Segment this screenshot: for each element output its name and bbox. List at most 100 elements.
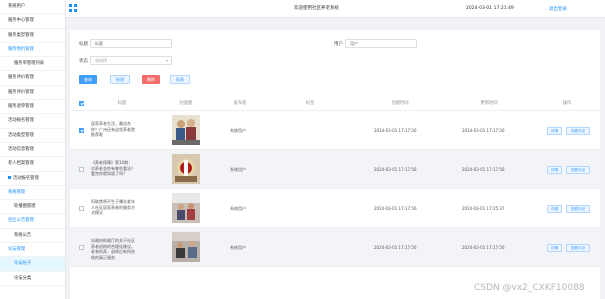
menu-grid-icon[interactable]: [69, 4, 77, 12]
view-comments-button[interactable]: 查看评论: [566, 127, 590, 135]
header-clock: 2024-03-01 17:21:49: [466, 6, 514, 11]
created-time: 2024-03-01 17:17:56: [374, 167, 417, 172]
header-title: 欢迎使用社区养老系统: [294, 6, 339, 11]
column-header[interactable]: 创建时间: [375, 100, 425, 106]
sidebar-item[interactable]: 服务中心管理: [0, 14, 65, 29]
sidebar-item-label: 论坛帖子: [14, 261, 32, 267]
search-button[interactable]: 查询: [79, 75, 97, 84]
sidebar-item[interactable]: 活动报名管理: [0, 114, 65, 129]
publisher: 系统用户: [230, 128, 246, 133]
main-panel: 标题 用户 状态 请选择 ▾ 查询 新增 删除 报表 标题 封面图 发布者 标签…: [70, 30, 600, 299]
post-title: 向政府财政厅的关于社区养老机构的合理化建议。老有所养，退休后有所终结的真正服务: [91, 238, 135, 260]
title-filter-label: 标题: [79, 42, 88, 47]
sidebar-item[interactable]: 轮播图管理: [0, 200, 65, 215]
sidebar-item[interactable]: 老人档案管理: [0, 157, 65, 172]
column-header[interactable]: 更新时间: [464, 100, 514, 106]
bullet-icon: [8, 175, 11, 179]
post-title: 《养老保障》第10期：对养老金你有哪些看法？看完你就知道了吗？: [91, 160, 135, 176]
sidebar-item-label: 社区公告管理: [8, 218, 34, 224]
chevron-down-icon: ▾: [165, 58, 168, 63]
select-all-checkbox[interactable]: [79, 101, 84, 106]
sidebar-item-label: 服务评价管理: [8, 89, 34, 95]
sidebar-item-label: 轮播图管理: [14, 204, 36, 210]
sidebar-item-label: 活动报名管理: [13, 175, 39, 181]
sidebar: 系统用户服务中心管理服务类型管理服务预约管理服务单管理列表服务评价管理 服务评价管…: [0, 0, 66, 299]
view-comments-button[interactable]: 查看评论: [566, 205, 590, 213]
view-comments-button[interactable]: 查看评论: [566, 244, 590, 252]
sidebar-item-label: 服务退单管理: [8, 104, 34, 110]
sidebar-item[interactable]: 活动信息管理: [0, 143, 65, 158]
status-select-value: 请选择: [95, 58, 107, 63]
sidebar-item-label: 服务中心管理: [8, 18, 34, 24]
sidebar-item-label: 论坛分类: [14, 275, 32, 281]
user-filter-label: 用户: [334, 42, 343, 47]
row-checkbox[interactable]: [79, 245, 84, 250]
sidebar-item[interactable]: 服务预约管理: [0, 43, 65, 58]
detail-button[interactable]: 详情: [547, 244, 562, 252]
sidebar-item[interactable]: 论坛帖子: [0, 257, 65, 272]
table-row[interactable]: 居家养老生活，最适合你！广州还有这些养老院推荐呢 系统用户 2024-03-01 1…: [70, 111, 600, 150]
sidebar-item[interactable]: 论坛分类: [0, 272, 65, 286]
report-button[interactable]: 报表: [170, 75, 190, 84]
sidebar-item-label: 服务评价管理: [8, 75, 34, 81]
updated-time: 2024-03-01 17:17:56: [462, 128, 505, 133]
sidebar-item-label: 系统管理: [8, 189, 26, 195]
cover-image: [172, 193, 200, 223]
sidebar-item[interactable]: 服务单管理列表: [0, 57, 65, 72]
cover-image: [172, 232, 200, 262]
column-header: 操作: [562, 101, 572, 106]
column-header: 标签: [305, 101, 315, 106]
publisher: 系统用户: [230, 167, 246, 172]
top-header: 欢迎使用社区养老系统 2024-03-01 17:21:49 退出登录: [66, 0, 605, 18]
table-row[interactable]: 《养老保障》第10期：对养老金你有哪些看法？看完你就知道了吗？ 系统用户 2024-…: [70, 150, 600, 189]
row-checkbox[interactable]: [79, 206, 84, 211]
sidebar-item-label: 服务预约管理: [8, 46, 34, 52]
detail-button[interactable]: 详情: [547, 205, 562, 213]
publisher: 系统用户: [230, 245, 246, 250]
sidebar-item[interactable]: 系统管理: [0, 186, 65, 201]
logout-link[interactable]: 退出登录: [549, 6, 567, 12]
sidebar-item-label: 活动报名管理: [8, 118, 34, 124]
row-checkbox[interactable]: [79, 167, 84, 172]
created-time: 2024-03-01 17:17:56: [374, 245, 417, 250]
row-checkbox[interactable]: [79, 128, 84, 133]
created-time: 2024-03-01 17:17:56: [374, 206, 417, 211]
post-title: 阿联酋将不生于曝光老年人社区居家养老的服务方式模式: [91, 199, 135, 215]
sidebar-item[interactable]: 服务评价管理: [0, 71, 65, 86]
view-comments-button[interactable]: 查看评论: [566, 166, 590, 174]
sidebar-item[interactable]: 社区公告管理: [0, 214, 65, 229]
add-button[interactable]: 新增: [110, 75, 130, 84]
table-row[interactable]: 阿联酋将不生于曝光老年人社区居家养老的服务方式模式 系统用户 2024-03-01 …: [70, 189, 600, 228]
sidebar-item[interactable]: 服务退单管理: [0, 100, 65, 115]
sidebar-item-label: 系统公告: [14, 232, 32, 238]
delete-button[interactable]: 删除: [142, 75, 160, 84]
title-filter-input[interactable]: [90, 39, 172, 48]
cover-image: [172, 115, 200, 145]
sidebar-item-label: 老人档案管理: [8, 161, 34, 167]
sidebar-item[interactable]: 论坛管理: [0, 243, 65, 258]
status-filter-label: 状态: [79, 59, 88, 64]
detail-button[interactable]: 详情: [547, 127, 562, 135]
sidebar-item[interactable]: 活动报名管理: [0, 172, 65, 186]
updated-time: 2024-03-01 17:17:56: [462, 167, 505, 172]
table-row[interactable]: 向政府财政厅的关于社区养老机构的合理化建议。老有所养，退休后有所终结的真正服务 系…: [70, 228, 600, 267]
sidebar-item[interactable]: 系统用户: [0, 0, 65, 15]
status-select[interactable]: 请选择 ▾: [90, 56, 172, 65]
detail-button[interactable]: 详情: [547, 166, 562, 174]
sidebar-item[interactable]: 活动类型管理: [0, 129, 65, 143]
column-header[interactable]: 标题: [100, 100, 144, 106]
publisher: 系统用户: [230, 206, 246, 211]
sidebar-item-label: 活动信息管理: [8, 146, 34, 152]
created-time: 2024-03-01 17:17:56: [374, 128, 417, 133]
post-title: 居家养老生活，最适合你！广州还有这些养老院推荐呢: [91, 121, 135, 137]
sidebar-item[interactable]: 服务类型管理: [0, 29, 65, 43]
watermark: CSDN @vx2_CXKF10088: [474, 283, 585, 293]
sidebar-item-label: 系统用户: [8, 4, 26, 9]
column-header: 封面图: [179, 101, 193, 106]
sidebar-item-label: 论坛管理: [8, 247, 26, 253]
updated-time: 2024-03-01 17:25:37: [462, 206, 505, 211]
sidebar-item[interactable]: 服务评价管理: [0, 86, 65, 101]
user-filter-input[interactable]: [345, 39, 417, 48]
sidebar-item[interactable]: 系统公告: [0, 229, 65, 244]
table-header: 标题 封面图 发布者 标签 创建时间 更新时间 操作: [70, 96, 600, 111]
